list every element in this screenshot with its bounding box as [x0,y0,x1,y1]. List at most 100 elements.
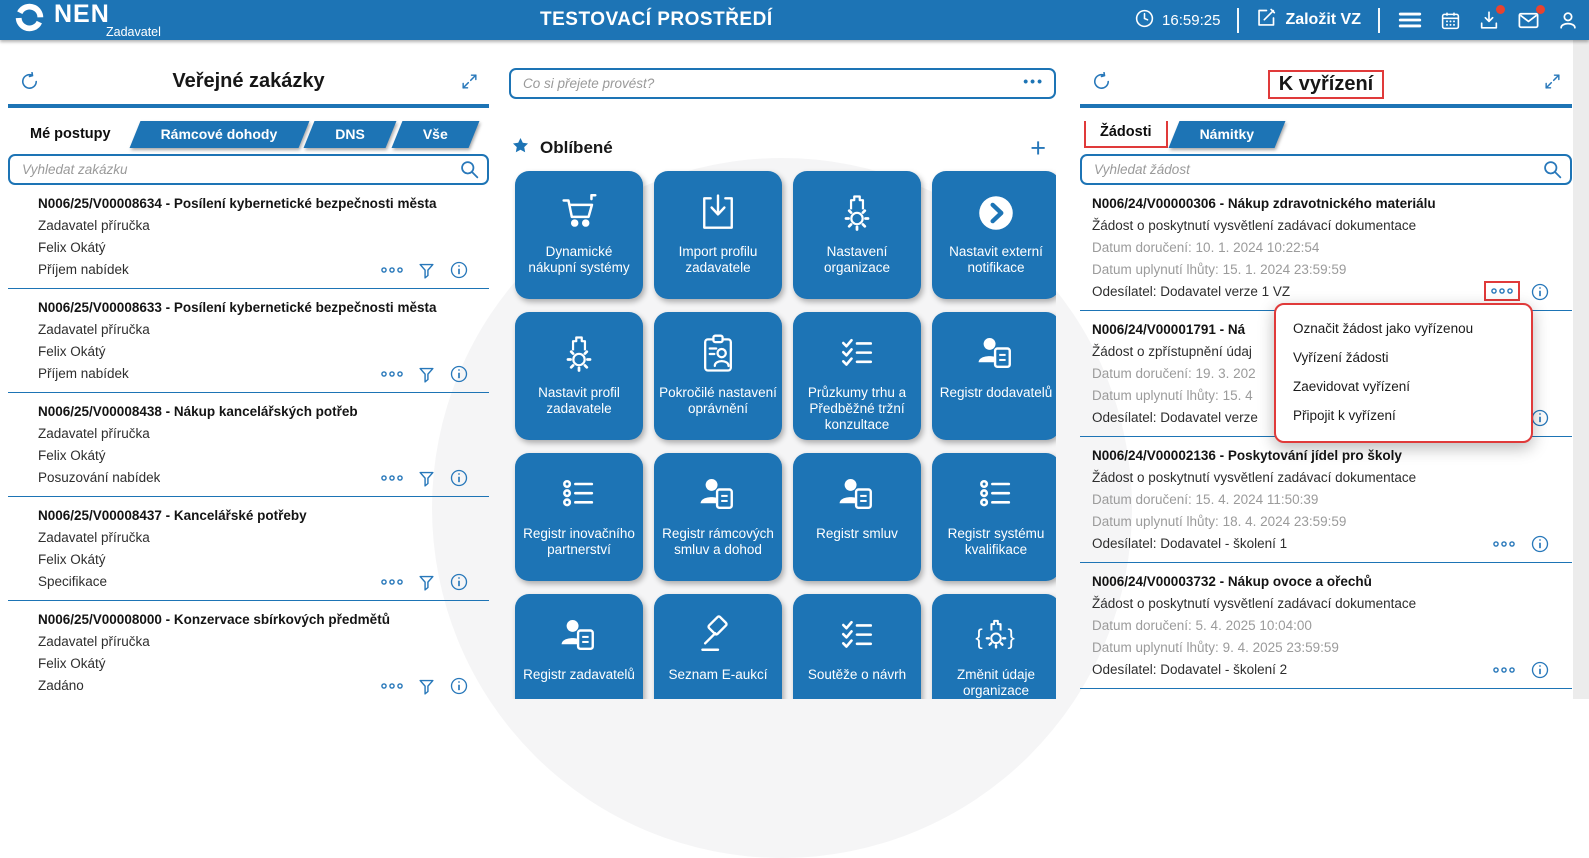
item-line: Žádost o poskytnutí vysvětlení zadávací … [1092,218,1417,233]
topbar-divider [1378,7,1380,33]
more-icon[interactable] [380,473,404,483]
expand-icon[interactable] [460,72,479,96]
info-icon[interactable] [449,260,469,280]
tile-nastavit-externi-notifikace[interactable]: Nastavit externí notifikace [932,171,1056,299]
more-icon[interactable] [1492,665,1516,675]
tab-me-postupy[interactable]: Mé postupy [12,121,129,148]
info-icon[interactable] [1530,408,1550,428]
tab-zadosti[interactable]: Žádosti [1086,121,1166,143]
tile-import-profilu-zadavatele[interactable]: Import profilu zadavatele [654,171,782,299]
more-icon[interactable] [380,265,404,275]
tab-ramcove-dohody[interactable]: Rámcové dohody [135,121,304,148]
request-search-input[interactable] [1080,154,1572,185]
filter-icon[interactable] [417,261,436,280]
more-icon[interactable] [380,369,404,379]
command-input[interactable] [509,68,1056,99]
search-icon[interactable] [1542,159,1563,185]
filter-icon[interactable] [417,365,436,384]
expand-icon[interactable] [1543,72,1562,96]
requests-tabs: Žádosti Námitky [1080,121,1572,148]
menu-icon[interactable] [1397,7,1423,33]
tile-nastavit-profil-zadavatele[interactable]: Nastavit profil zadavatele [515,312,643,440]
filter-icon[interactable] [417,677,436,696]
environment-title: TESTOVACÍ PROSTŘEDÍ [540,9,773,30]
more-icon[interactable] [380,577,404,587]
filter-icon[interactable] [417,573,436,592]
info-icon[interactable] [449,676,469,696]
list-item[interactable]: N006/25/V00008438 - Nákup kancelářských … [8,393,489,497]
tile-pruzkumy-trhu[interactable]: Průzkumy trhu a Předběžné tržní konzulta… [793,312,921,440]
tile-nastaveni-organizace[interactable]: Nastavení organizace [793,171,921,299]
more-icon[interactable] [1492,539,1516,549]
organization-braces-icon: {} [974,608,1018,664]
item-sender: Odesílatel: Dodavatel verze 1 VZ [1092,284,1291,299]
add-favorite-button[interactable]: + [1030,135,1046,162]
bullet-list-icon [974,467,1018,523]
item-title: N006/25/V00008437 - Kancelářské potřeby [38,508,307,523]
clipboard-person-icon [696,326,740,382]
tile-seznam-e-aukci[interactable]: Seznam E-aukcí [654,594,782,699]
info-icon[interactable] [449,468,469,488]
item-line: Zadavatel příručka [38,218,150,233]
more-icon[interactable] [1490,286,1514,296]
create-vz-label: Založit VZ [1285,11,1361,28]
mail-icon[interactable] [1517,4,1545,32]
calendar-icon[interactable] [1440,10,1461,31]
tile-registr-ramcovych-smluv[interactable]: Registr rámcových smluv a dohod [654,453,782,581]
person-card-icon [557,608,601,664]
organization-gear-icon [557,326,601,382]
list-item[interactable]: N006/24/V00003732 - Nákup ovoce a ořechů… [1080,563,1572,689]
filter-icon[interactable] [417,469,436,488]
tile-registr-systemu-kvalifikace[interactable]: Registr systému kvalifikace [932,453,1056,581]
nen-logo[interactable]: NEN Zadavatel [14,1,161,39]
item-line: Felix Okátý [38,656,106,671]
tile-registr-smluv[interactable]: Registr smluv [793,453,921,581]
user-icon[interactable] [1557,9,1579,31]
list-item[interactable]: N006/25/V00008633 - Posílení kybernetick… [8,289,489,393]
menu-item-vyrizeni-zadosti[interactable]: Vyřízení žádosti [1276,343,1531,372]
menu-item-zaevidovat-vyrizeni[interactable]: Zaevidovat vyřízení [1276,372,1531,401]
search-icon[interactable] [459,159,480,185]
tile-registr-dodavatelu[interactable]: Registr dodavatelů [932,312,1056,440]
tile-pokrocile-nastaveni-opravneni[interactable]: Pokročilé nastavení oprávnění [654,312,782,440]
tile-souteze-o-navrh[interactable]: Soutěže o návrh [793,594,921,699]
info-icon[interactable] [1530,534,1550,554]
info-icon[interactable] [449,364,469,384]
annotation-box-title: K vyřízení [1267,70,1385,99]
dashboard-center: ••• Oblíbené + Dynamické nákupní systémy… [509,60,1056,699]
create-vz-button[interactable]: Založit VZ [1256,7,1361,33]
edit-icon [1256,7,1277,33]
more-options-icon[interactable]: ••• [1023,73,1044,89]
menu-item-pripojit-k-vyrizeni[interactable]: Připojit k vyřízení [1276,401,1531,430]
tab-dns[interactable]: DNS [309,121,391,148]
tab-namitky[interactable]: Námitky [1174,121,1280,148]
import-icon [696,185,740,241]
tab-vse[interactable]: Vše [397,121,474,148]
svg-text:{: { [975,624,982,649]
list-item[interactable]: N006/25/V00008634 - Posílení kybernetick… [8,185,489,289]
list-item[interactable]: N006/25/V00008000 - Konzervace sbírkovýc… [8,601,489,699]
menu-item-oznacit-vyrizenou[interactable]: Označit žádost jako vyřízenou [1276,314,1531,343]
command-search: ••• [509,68,1056,99]
tile-registr-inovacniho-partnerstvi[interactable]: Registr inovačního partnerství [515,453,643,581]
list-item[interactable]: N006/24/V00002136 - Poskytování jídel pr… [1080,437,1572,563]
list-item[interactable]: N006/24/V00000306 - Nákup zdravotnického… [1080,185,1572,311]
info-icon[interactable] [1530,282,1550,302]
item-status: Zadáno [38,678,84,693]
item-sender: Odesílatel: Dodavatel - školení 1 [1092,536,1288,551]
item-title: N006/24/V00003732 - Nákup ovoce a ořechů [1092,574,1372,589]
contract-search-input[interactable] [8,154,489,185]
annotation-box-more [1484,281,1520,301]
info-icon[interactable] [1530,660,1550,680]
cart-icon [556,185,602,241]
inbox-icon[interactable] [1478,5,1505,31]
tile-zmenit-udaje-organizace[interactable]: {} Změnit údaje organizace [932,594,1056,699]
info-icon[interactable] [449,572,469,592]
item-title: N006/25/V00008634 - Posílení kybernetick… [38,196,437,211]
tile-dynamicke-nakupni-systemy[interactable]: Dynamické nákupní systémy [515,171,643,299]
list-item[interactable]: N006/25/V00008437 - Kancelářské potřeby … [8,497,489,601]
scrollbar-track[interactable] [1573,40,1589,699]
item-status: Příjem nabídek [38,262,129,277]
more-icon[interactable] [380,681,404,691]
tile-registr-zadavatelu[interactable]: Registr zadavatelů [515,594,643,699]
